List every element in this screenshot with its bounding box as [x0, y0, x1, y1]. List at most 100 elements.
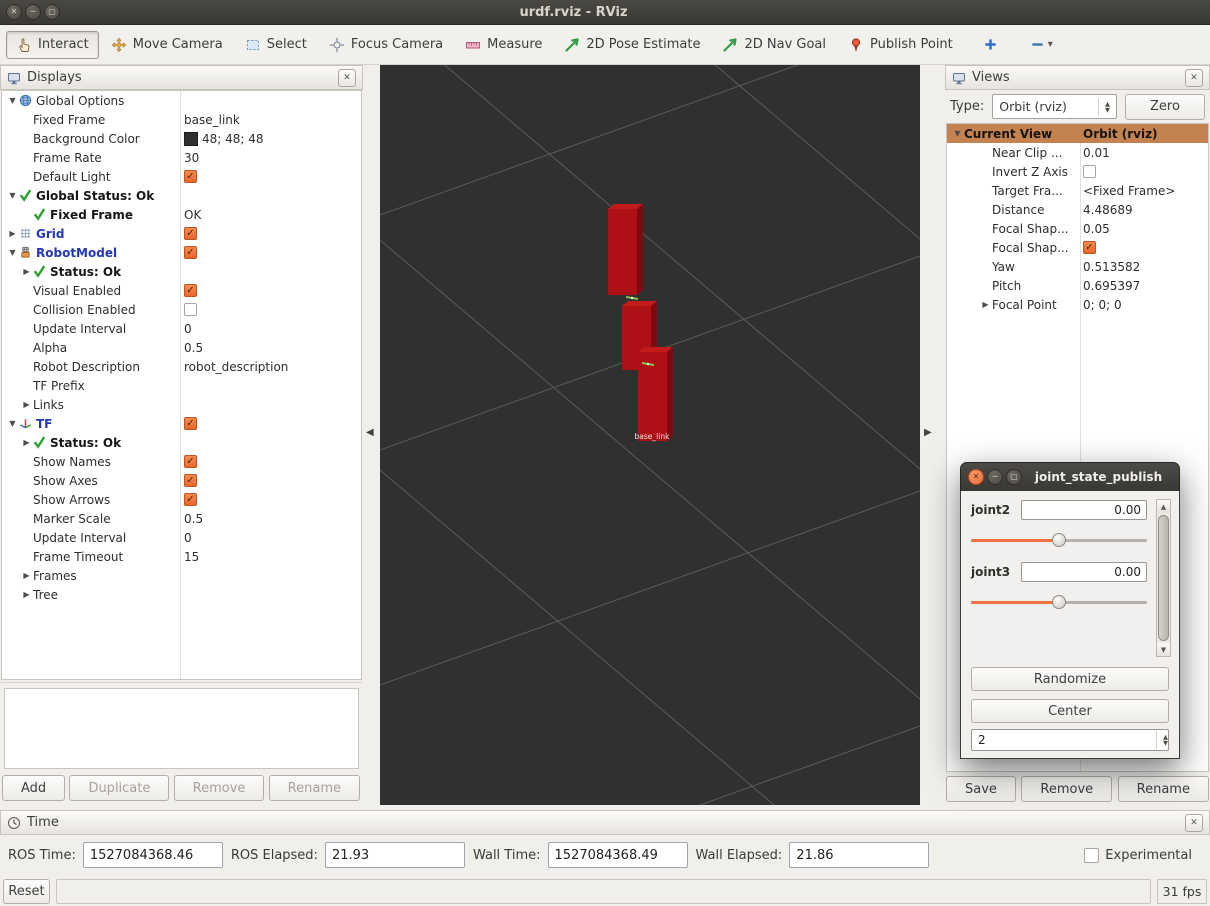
- displays-close-icon[interactable]: ✕: [338, 68, 356, 87]
- checkbox-checked[interactable]: ✓: [184, 455, 197, 468]
- duplicate-button[interactable]: Duplicate: [69, 775, 170, 801]
- value-focal-shap[interactable]: 0.05: [1083, 222, 1110, 236]
- time-field-input[interactable]: [547, 842, 688, 868]
- jsp-maximize-icon[interactable]: ▢: [1006, 469, 1022, 485]
- tool-2d-pose-estimate[interactable]: 2D Pose Estimate: [554, 31, 710, 59]
- tree-row-show-axes[interactable]: Show Axes ✓: [2, 471, 361, 490]
- window-minimize-icon[interactable]: ─: [25, 4, 41, 20]
- expander-open-icon[interactable]: ▼: [6, 248, 19, 257]
- panel-splitter-right-icon[interactable]: ▶: [924, 427, 932, 438]
- expander-closed-icon[interactable]: ▶: [20, 438, 33, 447]
- remove-tool-button[interactable]: ▾: [1026, 33, 1057, 56]
- expander-closed-icon[interactable]: ▶: [20, 590, 33, 599]
- tree-row-current-view[interactable]: ▼ Current View Orbit (rviz): [947, 124, 1208, 143]
- tree-row-frame-rate[interactable]: Frame Rate 30: [2, 148, 361, 167]
- tree-row-robot-description[interactable]: Robot Description robot_description: [2, 357, 361, 376]
- joint-slider-joint2[interactable]: [971, 529, 1147, 551]
- slider-handle[interactable]: [1052, 595, 1066, 609]
- jsp-minimize-icon[interactable]: ─: [987, 469, 1003, 485]
- checkbox-checked[interactable]: ✓: [184, 474, 197, 487]
- value-distance[interactable]: 4.48689: [1083, 203, 1133, 217]
- tree-row-default-light[interactable]: Default Light ✓: [2, 167, 361, 186]
- tree-row-marker-scale[interactable]: Marker Scale 0.5: [2, 509, 361, 528]
- save-button[interactable]: Save: [946, 776, 1016, 802]
- tree-row-visual-enabled[interactable]: Visual Enabled ✓: [2, 281, 361, 300]
- value-fixed-frame[interactable]: OK: [184, 208, 201, 222]
- reset-button[interactable]: Reset: [3, 878, 50, 904]
- tree-row-status-ok[interactable]: ▶ Status: Ok: [2, 433, 361, 452]
- checkbox-checked[interactable]: ✓: [184, 246, 197, 259]
- scroll-handle[interactable]: [1158, 515, 1169, 641]
- tree-row-global-status-ok[interactable]: ▼ Global Status: Ok: [2, 186, 361, 205]
- jsp-titlebar[interactable]: ✕ ─ ▢ joint_state_publish: [960, 462, 1180, 491]
- tree-row-alpha[interactable]: Alpha 0.5: [2, 338, 361, 357]
- tree-row-status-ok[interactable]: ▶ Status: Ok: [2, 262, 361, 281]
- tool-select[interactable]: Select: [235, 31, 317, 59]
- add-tool-button[interactable]: [979, 33, 1002, 56]
- tree-row-focal-point[interactable]: ▶ Focal Point 0; 0; 0: [947, 295, 1208, 314]
- expander-closed-icon[interactable]: ▶: [20, 400, 33, 409]
- expander-closed-icon[interactable]: ▶: [20, 571, 33, 580]
- slider-handle[interactable]: [1052, 533, 1066, 547]
- add-button[interactable]: Add: [2, 775, 66, 801]
- center-button[interactable]: Center: [971, 699, 1169, 723]
- value-pitch[interactable]: 0.695397: [1083, 279, 1140, 293]
- tree-row-tree[interactable]: ▶ Tree: [2, 585, 361, 604]
- tree-row-frames[interactable]: ▶ Frames: [2, 566, 361, 585]
- tool-move-camera[interactable]: Move Camera: [101, 31, 233, 59]
- value-current-view[interactable]: Orbit (rviz): [1083, 127, 1158, 141]
- tree-row-focal-shap[interactable]: Focal Shap... 0.05: [947, 219, 1208, 238]
- tool-publish-point[interactable]: Publish Point: [838, 31, 963, 59]
- value-near-clip[interactable]: 0.01: [1083, 146, 1110, 160]
- tree-row-focal-shap[interactable]: Focal Shap... ✓: [947, 238, 1208, 257]
- value-marker-scale[interactable]: 0.5: [184, 512, 203, 526]
- tree-row-pitch[interactable]: Pitch 0.695397: [947, 276, 1208, 295]
- rename-button[interactable]: Rename: [1117, 776, 1209, 802]
- tool-interact[interactable]: Interact: [6, 30, 99, 59]
- tree-row-grid[interactable]: ▶ Grid ✓: [2, 224, 361, 243]
- displays-splitter-handle[interactable]: [1, 682, 362, 687]
- tool-measure[interactable]: Measure: [455, 31, 552, 59]
- scroll-down-icon[interactable]: ▼: [1157, 643, 1170, 656]
- view-type-combobox[interactable]: Orbit (rviz) ▲ ▼: [992, 94, 1117, 119]
- tool-focus-camera[interactable]: Focus Camera: [319, 31, 453, 59]
- panel-splitter-left-icon[interactable]: ◀: [366, 427, 374, 438]
- expander-open-icon[interactable]: ▼: [6, 96, 19, 105]
- value-alpha[interactable]: 0.5: [184, 341, 203, 355]
- checkbox-checked[interactable]: ✓: [184, 284, 197, 297]
- checkbox-checked[interactable]: ✓: [1083, 241, 1096, 254]
- checkbox-unchecked[interactable]: [184, 303, 197, 316]
- value-robot-description[interactable]: robot_description: [184, 360, 288, 374]
- value-fixed-frame[interactable]: base_link: [184, 113, 240, 127]
- randomize-button[interactable]: Randomize: [971, 667, 1169, 691]
- expander-closed-icon[interactable]: ▶: [6, 229, 19, 238]
- combobox-arrows-icon[interactable]: ▲ ▼: [1098, 97, 1110, 116]
- time-close-icon[interactable]: ✕: [1185, 813, 1203, 832]
- spinbox-arrows-icon[interactable]: ▲ ▼: [1156, 731, 1168, 749]
- expander-open-icon[interactable]: ▼: [6, 191, 19, 200]
- color-swatch[interactable]: [184, 131, 198, 146]
- checkbox-checked[interactable]: ✓: [184, 493, 197, 506]
- tool-options-caret-icon[interactable]: ▾: [1048, 39, 1053, 50]
- tree-row-distance[interactable]: Distance 4.48689: [947, 200, 1208, 219]
- tree-row-tf-prefix[interactable]: TF Prefix: [2, 376, 361, 395]
- tree-row-invert-z-axis[interactable]: Invert Z Axis: [947, 162, 1208, 181]
- tree-row-robotmodel[interactable]: ▼ RobotModel ✓: [2, 243, 361, 262]
- tree-row-update-interval[interactable]: Update Interval 0: [2, 319, 361, 338]
- checkbox-checked[interactable]: ✓: [184, 417, 197, 430]
- tree-row-global-options[interactable]: ▼ Global Options: [2, 91, 361, 110]
- tree-row-background-color[interactable]: Background Color 48; 48; 48: [2, 129, 361, 148]
- tree-row-frame-timeout[interactable]: Frame Timeout 15: [2, 547, 361, 566]
- tree-row-fixed-frame[interactable]: Fixed Frame base_link: [2, 110, 361, 129]
- zero-button[interactable]: Zero: [1125, 93, 1205, 120]
- checkbox-checked[interactable]: ✓: [184, 227, 197, 240]
- experimental-checkbox[interactable]: [1084, 847, 1100, 863]
- time-field-input[interactable]: [82, 842, 223, 868]
- expander-closed-icon[interactable]: ▶: [20, 267, 33, 276]
- window-maximize-icon[interactable]: ▢: [44, 4, 60, 20]
- rename-button[interactable]: Rename: [268, 775, 360, 801]
- expander-open-icon[interactable]: ▼: [6, 419, 19, 428]
- tree-row-fixed-frame[interactable]: Fixed Frame OK: [2, 205, 361, 224]
- value-update-interval[interactable]: 0: [184, 322, 192, 336]
- value-update-interval[interactable]: 0: [184, 531, 192, 545]
